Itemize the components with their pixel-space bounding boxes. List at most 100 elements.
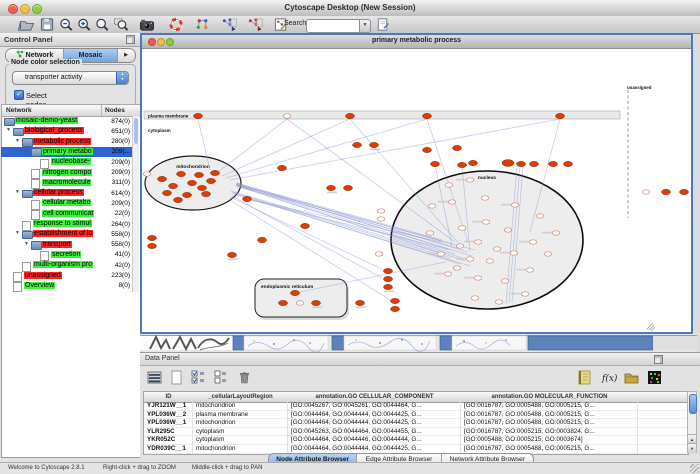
tree-row[interactable]: macromolecule311(0): [1, 178, 132, 188]
network-node-red[interactable]: [556, 113, 565, 118]
network-node-red[interactable]: [384, 284, 393, 289]
export-network-icon[interactable]: [246, 17, 264, 32]
network-node-white[interactable]: [486, 259, 494, 263]
select-nodes-checkbox[interactable]: ✓: [14, 90, 24, 100]
tree-row[interactable]: unassigned223(0): [1, 271, 132, 281]
network-node-white[interactable]: [444, 272, 452, 276]
network-node-red[interactable]: [391, 306, 400, 311]
tree-node-label[interactable]: cell communicat: [42, 210, 94, 217]
rear-window-frame[interactable]: [332, 336, 344, 350]
table-cell[interactable]: [GO:0045263, GO:0044464, GO:0044455, G..…: [288, 428, 461, 437]
network-node-white[interactable]: [529, 240, 537, 244]
table-cell[interactable]: [638, 428, 688, 437]
network-node-red[interactable]: [384, 276, 393, 281]
rear-window-frame[interactable]: [528, 336, 653, 350]
tree-row[interactable]: mosaic-demo-yeast874(0): [1, 116, 132, 126]
table-cell[interactable]: [638, 402, 688, 411]
tree-node-label[interactable]: cellular process: [33, 189, 84, 196]
zoom-out-icon[interactable]: [58, 17, 76, 32]
network-node-red[interactable]: [384, 268, 393, 273]
network-node-red[interactable]: [194, 113, 203, 118]
network-node-white[interactable]: [437, 252, 445, 256]
table-cell[interactable]: [GO:0044464, GO:0044446, GO:0044444, G..…: [288, 436, 461, 445]
tree-row[interactable]: nitrogen compo209(0): [1, 168, 132, 178]
network-node-white[interactable]: [521, 292, 529, 296]
tree-node-label[interactable]: nitrogen compo: [42, 169, 92, 176]
tree-row[interactable]: ▼biological_process651(0): [1, 126, 132, 136]
disclosure-triangle-icon[interactable]: ▼: [24, 241, 29, 247]
network-node-red[interactable]: [353, 142, 362, 147]
network-edge[interactable]: [218, 119, 287, 172]
network-node-red[interactable]: [177, 171, 186, 176]
scroll-down-icon[interactable]: ▼: [688, 443, 696, 453]
tree-scrollbar-thumb[interactable]: [134, 118, 138, 144]
tree-row[interactable]: response to stimul264(0): [1, 219, 132, 229]
network-node-white[interactable]: [504, 228, 512, 232]
network-node-red[interactable]: [458, 162, 467, 167]
tree-row[interactable]: ▼metabolic process280(0): [1, 137, 132, 147]
network-node-red[interactable]: [312, 300, 321, 305]
network-node-white[interactable]: [552, 231, 560, 235]
network-node-red[interactable]: [148, 243, 157, 248]
network-node-white[interactable]: [377, 209, 385, 213]
trash-icon[interactable]: [236, 369, 253, 386]
tree-row[interactable]: ▼primary metabo209(...: [1, 147, 132, 157]
table-cell[interactable]: [GO:0016787, GO:0005215, GO:0003824, G..…: [461, 428, 638, 437]
network-node-red[interactable]: [680, 189, 689, 194]
table-cell[interactable]: [GO:0005488, GO:0005215, GO:0003674]: [461, 436, 638, 445]
network-node-white[interactable]: [474, 240, 482, 244]
network-node-white[interactable]: [493, 247, 501, 251]
network-node-white[interactable]: [466, 178, 474, 182]
table-cell[interactable]: YPL036W__1: [144, 419, 193, 428]
tree-row[interactable]: cellular metabo209(0): [1, 198, 132, 208]
network-node-red[interactable]: [174, 197, 183, 202]
table-cell[interactable]: [638, 445, 688, 454]
network-node-white[interactable]: [375, 252, 383, 256]
tree-row[interactable]: Overview8(0): [1, 281, 132, 291]
table-cell[interactable]: mitochondrion: [193, 402, 288, 411]
disclosure-triangle-icon[interactable]: ▼: [24, 148, 29, 154]
zoom-in-icon[interactable]: [76, 17, 94, 32]
tree-node-label[interactable]: mosaic-demo-yeast: [15, 117, 78, 124]
tree-row[interactable]: ▼cellular process614(0): [1, 188, 132, 198]
tree-node-label[interactable]: biological_process: [24, 127, 84, 134]
network-node-white[interactable]: [458, 226, 466, 230]
network-node-red[interactable]: [258, 237, 267, 242]
network-node-red[interactable]: [502, 160, 514, 167]
network-node-white[interactable]: [426, 231, 434, 235]
table-cell[interactable]: cytoplasm: [193, 428, 288, 437]
network-node-white[interactable]: [510, 251, 518, 255]
network-node-red[interactable]: [517, 161, 526, 166]
attribute-table-icon[interactable]: [146, 369, 163, 386]
network-node-white[interactable]: [526, 268, 534, 272]
network-node-red[interactable]: [148, 235, 157, 240]
network-node-red[interactable]: [301, 223, 310, 228]
tree-node-label[interactable]: metabolic process: [33, 138, 91, 145]
disclosure-triangle-icon[interactable]: ▼: [6, 127, 11, 133]
network-small-icon[interactable]: [194, 17, 212, 32]
tree-row[interactable]: ▼establishment of lo558(0): [1, 229, 132, 239]
network-node-white[interactable]: [544, 252, 552, 256]
disclosure-triangle-icon[interactable]: ▼: [15, 189, 20, 195]
table-cell[interactable]: YLR295C: [144, 428, 193, 437]
tree-row[interactable]: ▼transport558(0): [1, 240, 132, 250]
network-node-white[interactable]: [143, 172, 151, 176]
matrix-icon[interactable]: [646, 369, 663, 386]
network-node-red[interactable]: [198, 185, 207, 190]
network-node-red[interactable]: [346, 113, 355, 118]
network-node-red[interactable]: [158, 176, 167, 181]
network-node-white[interactable]: [482, 220, 490, 224]
table-cell[interactable]: YPL036W__2: [144, 411, 193, 420]
table-cell[interactable]: plasma membrane: [193, 411, 288, 420]
tree-node-label[interactable]: macromolecule: [42, 179, 91, 186]
table-cell[interactable]: [638, 419, 688, 428]
tree-row[interactable]: nucleobase-209(0): [1, 157, 132, 167]
table-cell[interactable]: [GO:0044464, GO:0044444, GO:0044425, G..…: [288, 411, 461, 420]
tree-node-label[interactable]: secretion: [51, 251, 81, 258]
rear-window-frame[interactable]: [233, 336, 244, 350]
notes-icon[interactable]: [576, 369, 593, 386]
tree-node-label[interactable]: establishment of lo: [33, 230, 93, 237]
save-session-icon[interactable]: [38, 17, 56, 32]
dropdown-stepper-icon[interactable]: ▲▼: [116, 72, 128, 84]
network-node-red[interactable]: [207, 178, 216, 183]
